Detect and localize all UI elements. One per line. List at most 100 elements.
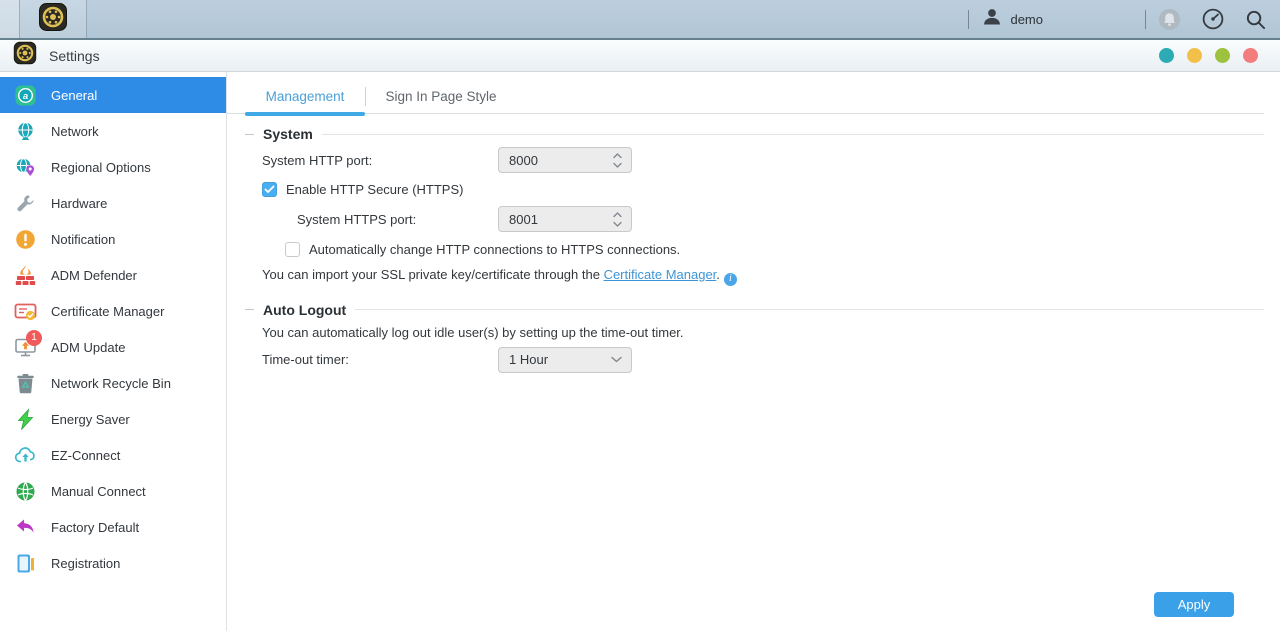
enable-https-checkbox[interactable] (262, 182, 277, 197)
settings-window-icon (13, 41, 37, 70)
taskbar-edge-slot (0, 0, 20, 38)
sidebar-item-regional-options[interactable]: Regional Options (0, 149, 226, 185)
taskbar-settings-app[interactable] (20, 0, 87, 38)
sidebar-item-manual-connect[interactable]: Manual Connect (0, 473, 226, 509)
sidebar-item-label: EZ-Connect (51, 448, 120, 463)
auto-logout-section-title: Auto Logout (263, 302, 346, 318)
sidebar-item-certificate-manager[interactable]: Certificate Manager (0, 293, 226, 329)
section-rule (322, 134, 1264, 135)
ez-connect-icon (14, 444, 37, 467)
enable-https-label: Enable HTTP Secure (HTTPS) (286, 182, 463, 197)
http-port-input[interactable] (509, 153, 595, 168)
sidebar-item-notification[interactable]: Notification (0, 221, 226, 257)
window-control-dot-green[interactable] (1215, 48, 1230, 63)
notification-icon (14, 228, 37, 251)
section-rule (355, 309, 1264, 310)
spinner-up-icon[interactable] (613, 212, 622, 218)
manual-connect-icon (14, 480, 37, 503)
window-control-dot-red[interactable] (1243, 48, 1258, 63)
sidebar-item-label: Hardware (51, 196, 107, 211)
sidebar-item-label: Factory Default (51, 520, 139, 535)
auto-redirect-row: Automatically change HTTP connections to… (285, 241, 1280, 257)
settings-app-icon (38, 2, 68, 37)
sidebar-item-label: ADM Defender (51, 268, 137, 283)
ssl-note-suffix: . (716, 267, 720, 282)
sidebar-item-ez-connect[interactable]: EZ-Connect (0, 437, 226, 473)
sidebar-item-label: Registration (51, 556, 120, 571)
check-icon (264, 185, 275, 194)
sidebar-item-adm-defender[interactable]: ADM Defender (0, 257, 226, 293)
apply-button[interactable]: Apply (1154, 592, 1234, 617)
ssl-note: You can import your SSL private key/cert… (262, 267, 1280, 286)
system-section-title: System (263, 126, 313, 142)
general-icon: a (14, 84, 37, 107)
factory-default-icon (14, 516, 37, 539)
auto-redirect-checkbox[interactable] (285, 242, 300, 257)
settings-window: Settings a General (0, 38, 1280, 631)
sidebar-item-label: Regional Options (51, 160, 151, 175)
taskbar: demo (0, 0, 1280, 38)
timeout-timer-row: Time-out timer: 1 Hour (262, 347, 1280, 373)
timeout-timer-label: Time-out timer: (262, 352, 498, 367)
network-icon (14, 120, 37, 143)
update-count-badge: 1 (26, 330, 42, 346)
info-icon[interactable]: i (724, 273, 737, 286)
sidebar-item-network[interactable]: Network (0, 113, 226, 149)
sidebar-item-label: Network Recycle Bin (51, 376, 171, 391)
sidebar-item-label: Certificate Manager (51, 304, 164, 319)
spinner-down-icon[interactable] (613, 162, 622, 168)
auto-redirect-label: Automatically change HTTP connections to… (309, 242, 680, 257)
auto-logout-description: You can automatically log out idle user(… (262, 325, 1280, 341)
https-port-spinner[interactable] (498, 206, 632, 232)
window-titlebar[interactable]: Settings (0, 40, 1280, 72)
https-port-input[interactable] (509, 212, 595, 227)
http-port-spinner[interactable] (498, 147, 632, 173)
sidebar-item-hardware[interactable]: Hardware (0, 185, 226, 221)
taskbar-divider (1145, 10, 1146, 29)
sidebar-item-registration[interactable]: Registration (0, 545, 226, 581)
timeout-timer-select[interactable]: 1 Hour (498, 347, 632, 373)
enable-https-row: Enable HTTP Secure (HTTPS) (262, 181, 1280, 197)
tab-management[interactable]: Management (245, 80, 365, 113)
sidebar-item-energy-saver[interactable]: Energy Saver (0, 401, 226, 437)
taskbar-divider (968, 10, 969, 29)
https-port-label: System HTTPS port: (297, 212, 498, 227)
sidebar-item-label: Manual Connect (51, 484, 146, 499)
spinner-down-icon[interactable] (613, 221, 622, 227)
sidebar-item-factory-default[interactable]: Factory Default (0, 509, 226, 545)
https-port-row: System HTTPS port: (262, 206, 1280, 232)
sidebar-item-general[interactable]: a General (0, 77, 226, 113)
regional-options-icon (14, 156, 37, 179)
user-icon (982, 7, 1002, 32)
energy-saver-icon (14, 408, 37, 431)
auto-logout-section-header: Auto Logout (245, 303, 1264, 317)
sidebar: a General Network (0, 72, 227, 631)
search-icon[interactable] (1244, 8, 1267, 31)
registration-icon (14, 552, 37, 575)
adm-update-icon: 1 (14, 336, 37, 359)
spinner-up-icon[interactable] (613, 153, 622, 159)
certificate-manager-icon (14, 300, 37, 323)
window-control-dot-teal[interactable] (1159, 48, 1174, 63)
timeout-timer-value: 1 Hour (509, 352, 548, 367)
sidebar-item-label: Network (51, 124, 99, 139)
tab-sign-in-page-style[interactable]: Sign In Page Style (366, 80, 516, 113)
sidebar-item-label: General (51, 88, 97, 103)
http-port-label: System HTTP port: (262, 153, 498, 168)
network-recycle-bin-icon (14, 372, 37, 395)
sidebar-item-label: Energy Saver (51, 412, 130, 427)
window-control-dot-yellow[interactable] (1187, 48, 1202, 63)
system-monitor-gauge-icon[interactable] (1201, 7, 1225, 31)
sidebar-item-label: Notification (51, 232, 115, 247)
username: demo (1010, 12, 1043, 27)
sidebar-item-network-recycle-bin[interactable]: Network Recycle Bin (0, 365, 226, 401)
tab-bar: Management Sign In Page Style (227, 80, 1264, 114)
svg-text:a: a (23, 91, 28, 102)
sidebar-item-adm-update[interactable]: 1 ADM Update (0, 329, 226, 365)
certificate-manager-link[interactable]: Certificate Manager (604, 267, 717, 282)
user-menu[interactable]: demo (982, 7, 1043, 32)
main-content: Management Sign In Page Style System Sys… (227, 72, 1280, 631)
adm-defender-icon (14, 264, 37, 287)
chevron-down-icon (611, 356, 622, 363)
notifications-bell-icon[interactable] (1158, 8, 1181, 31)
